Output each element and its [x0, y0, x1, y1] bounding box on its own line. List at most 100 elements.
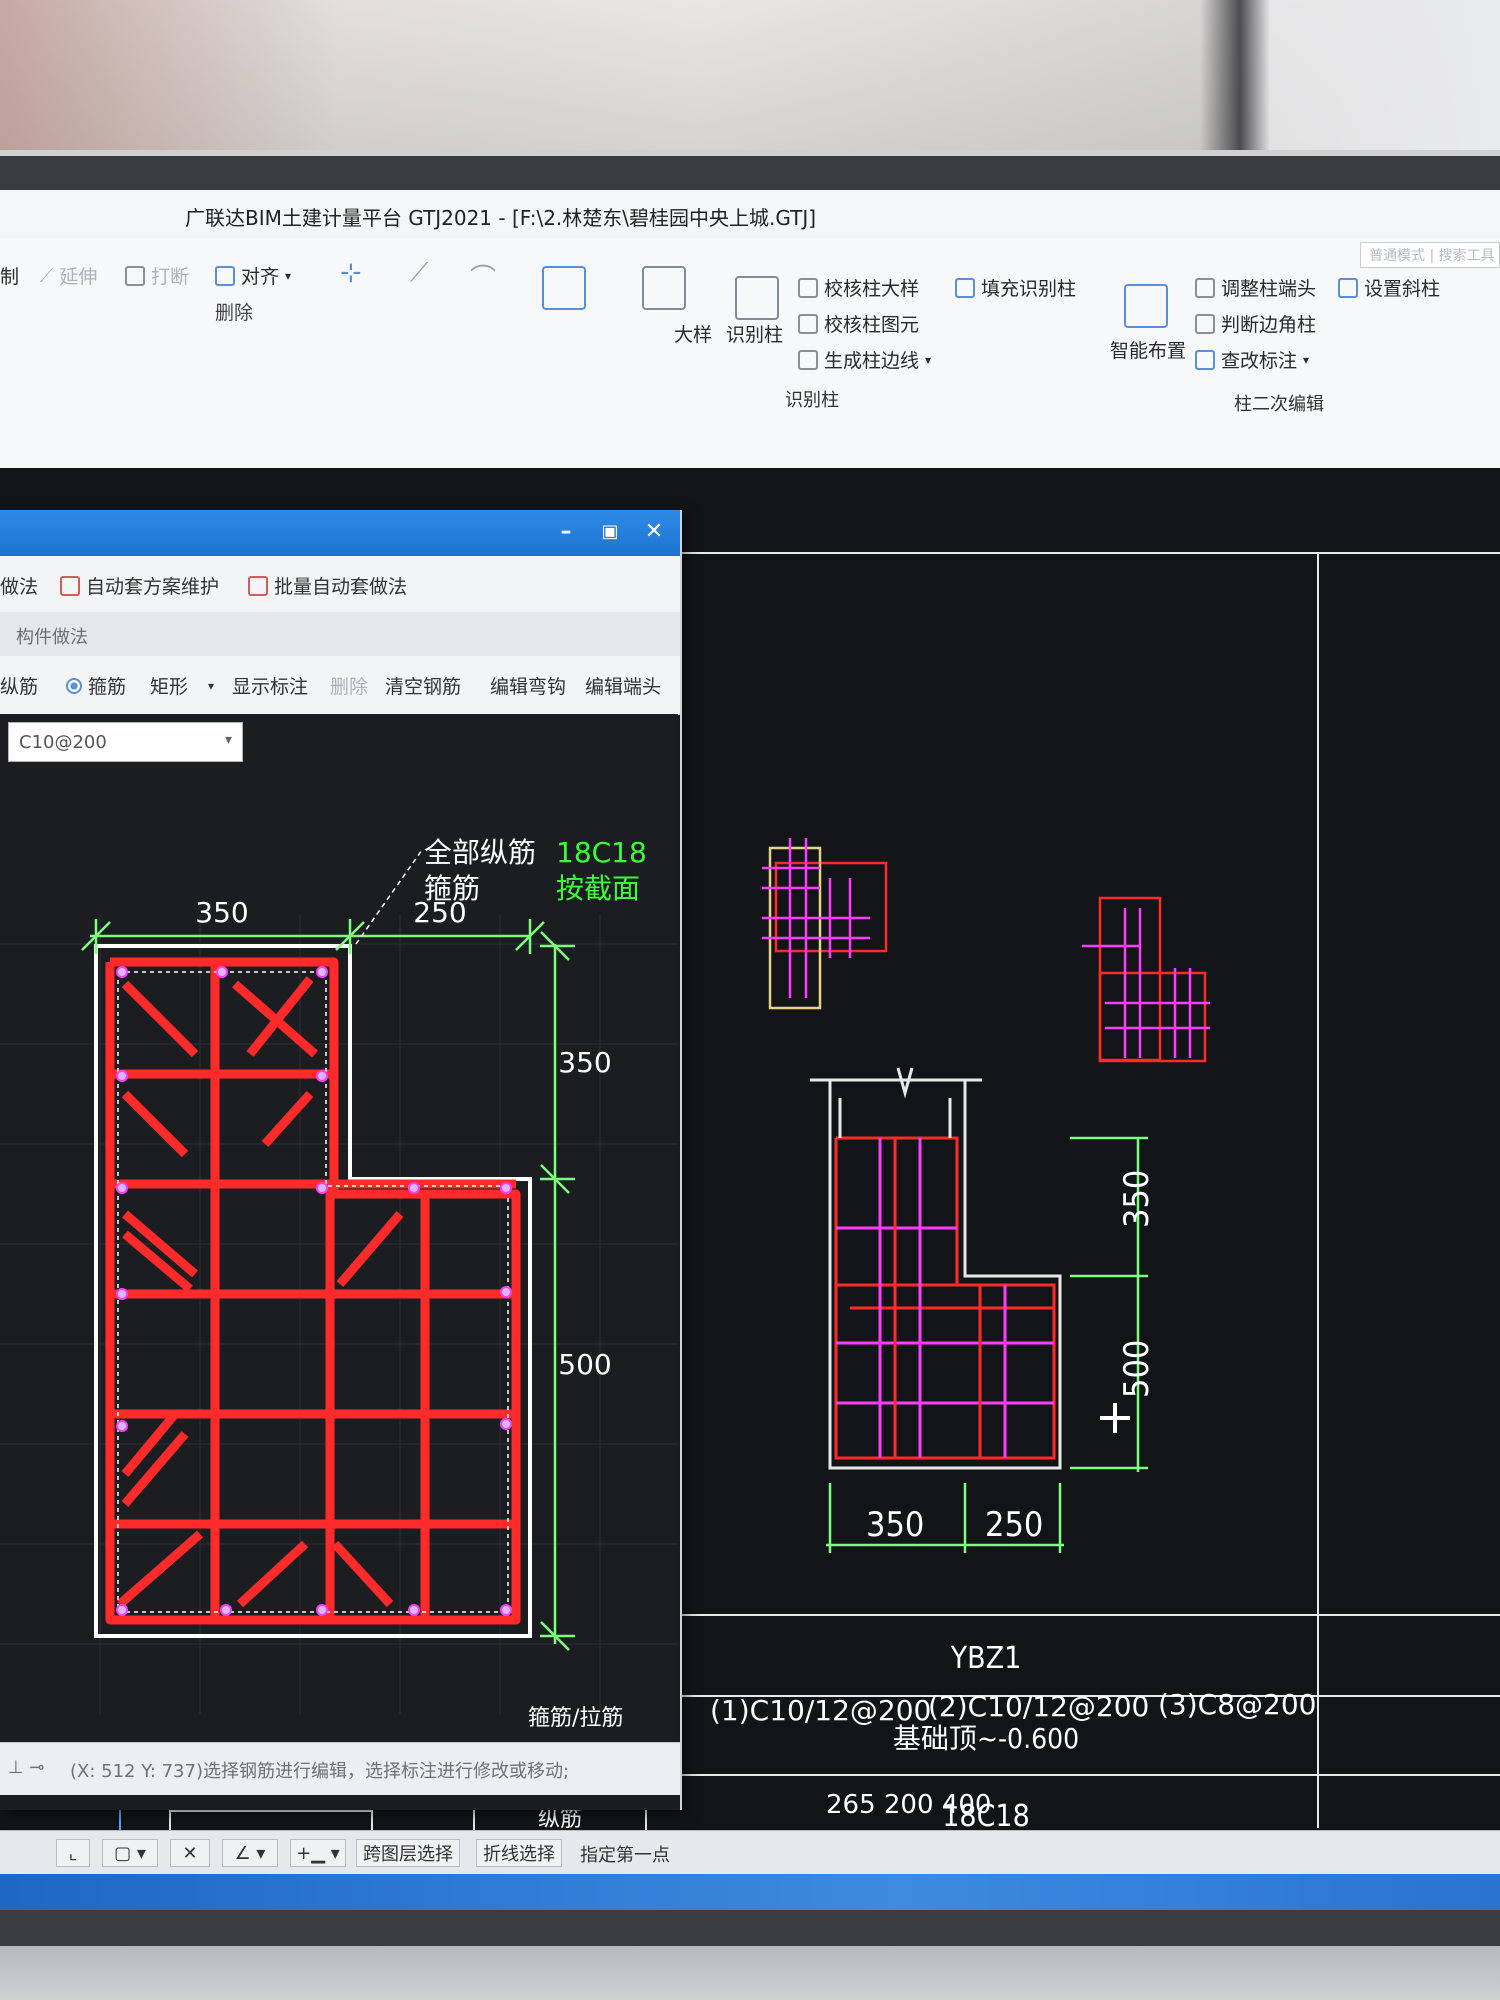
polyline-select-button[interactable]: 折线选择	[476, 1839, 562, 1867]
fill-icon	[955, 277, 975, 298]
ribbon-item-recognize-column[interactable]: 识别柱	[726, 320, 783, 347]
shape-select[interactable]: 矩形 ▾	[150, 672, 214, 699]
ribbon-item-set-inclined-column[interactable]: 设置斜柱	[1338, 274, 1440, 301]
table-partial-row: 265 200 400	[826, 1790, 992, 1820]
recognize-column-icon[interactable]	[735, 276, 779, 320]
column-section-editor-dialog: – ▣ ✕ 做法 自动套方案维护 批量自动套做法 构件做法 纵筋 箍筋 矩形 ▾ …	[0, 510, 682, 1810]
annotation-stirrup-label: 箍筋	[424, 872, 480, 905]
ribbon-item-check-column-detail[interactable]: 校核柱大样	[798, 274, 919, 301]
photo-background	[0, 0, 1500, 170]
dim-right-bottom: 500	[558, 1348, 611, 1381]
ribbon-item-break[interactable]: 打断	[125, 262, 189, 289]
ribbon-item-adjust-column-end[interactable]: 调整柱端头	[1195, 274, 1316, 301]
table-stirrup-3: (3)C8@200	[1158, 1688, 1317, 1721]
status-icons: ⊥ ⊸	[8, 1757, 45, 1778]
annotation-longitudinal-label: 全部纵筋	[424, 836, 536, 869]
ribbon: 普通模式 | 搜索工具 制 ⟋ 延伸 打断 对齐 ▾ 删除 ⊹ ⟋ ⌒ 大样 识别柱…	[0, 238, 1500, 469]
table-stirrup-1: (1)C10/12@200	[710, 1694, 932, 1727]
line-icon[interactable]: ⟋	[410, 258, 428, 289]
table-stirrup-2: (2)C10/12@200	[928, 1690, 1150, 1723]
check-element-icon	[798, 313, 818, 334]
section-edit-canvas[interactable]: C10@200 ▾ 350 250 350 500 全部纵筋 18C18 箍筋 …	[0, 714, 678, 1742]
annotation-longitudinal-value: 18C18	[556, 836, 647, 869]
table-row-label-longitudinal: 纵筋	[538, 1807, 582, 1832]
angle-icon[interactable]: ∠ ▾	[222, 1839, 278, 1867]
inclined-column-icon	[1338, 277, 1358, 298]
cross-layer-select-button[interactable]: 跨图层选择	[356, 1839, 460, 1867]
align-icon	[215, 265, 235, 286]
ribbon-item-generate-column-edge[interactable]: 生成柱边线 ▾	[798, 346, 931, 373]
section-rebar-drawing: 350 250 350 500 全部纵筋 18C18 箍筋 按截面	[0, 836, 678, 1714]
ribbon-item-check-column-element[interactable]: 校核柱图元	[798, 310, 919, 337]
table-column-name: YBZ1	[950, 1641, 1022, 1676]
app-titlebar: 广联达BIM土建计量平台 GTJ2021 - [F:\2.林楚东\碧桂园中央上城…	[0, 190, 1500, 238]
command-prompt: 指定第一点	[580, 1845, 670, 1866]
chevron-down-icon: ▾	[925, 352, 932, 367]
scheme-icon	[60, 575, 80, 596]
close-icon[interactable]: ✕	[640, 518, 668, 546]
ribbon-item-smart-layout[interactable]: 智能布置	[1110, 336, 1186, 363]
monitor-screen: 广联达BIM土建计量平台 GTJ2021 - [F:\2.林楚东\碧桂园中央上城…	[0, 190, 1500, 1910]
offset-icon[interactable]: +▁ ▾	[290, 1839, 346, 1867]
batch-auto-method-button[interactable]: 批量自动套做法	[248, 572, 407, 599]
dialog-toolbar: 做法 自动套方案维护 批量自动套做法	[0, 556, 680, 613]
delete-button[interactable]: 删除	[330, 672, 368, 699]
radio-selected-icon	[66, 677, 82, 694]
status-message: (X: 512 Y: 737)选择钢筋进行编辑，选择标注进行修改或移动;	[70, 1761, 570, 1782]
chevron-down-icon: ▾	[1303, 352, 1310, 367]
check-detail-icon	[798, 277, 818, 298]
ribbon-item-align[interactable]: 对齐 ▾	[215, 262, 291, 289]
edge-icon	[798, 349, 818, 370]
smart-layout-icon[interactable]	[1124, 284, 1168, 328]
ribbon-item-detail[interactable]: 大样	[674, 320, 712, 347]
section-dim-right-top: 350	[1117, 1170, 1157, 1228]
group-label-recognize-column: 识别柱	[785, 390, 839, 411]
app-title: 广联达BIM土建计量平台 GTJ2021 - [F:\2.林楚东\碧桂园中央上城…	[185, 206, 817, 230]
cross-icon[interactable]: ✕	[170, 1839, 210, 1867]
adjust-icon	[1195, 277, 1215, 298]
edit-hook-button[interactable]: 编辑弯钩	[490, 672, 566, 699]
mode-search-box[interactable]: 普通模式 | 搜索工具	[1360, 242, 1500, 268]
select-detail-icon[interactable]	[642, 266, 686, 310]
annotation-stirrup-value: 按截面	[556, 872, 640, 905]
ribbon-item-extend[interactable]: ⟋ 延伸	[40, 262, 97, 289]
section-dim-bottom-right: 250	[985, 1505, 1043, 1545]
table-row-label-stirrup: 箍筋/拉筋	[528, 1706, 624, 1731]
recognize-table-icon[interactable]	[542, 266, 586, 310]
auto-scheme-maintain-button[interactable]: 自动套方案维护	[60, 572, 219, 599]
ortho-icon[interactable]: ⌞	[56, 1839, 90, 1867]
break-icon	[125, 265, 145, 286]
annotation-icon	[1195, 349, 1215, 370]
dim-right-top: 350	[558, 1046, 611, 1079]
point-icon[interactable]: ⊹	[340, 258, 362, 288]
show-annotation-button[interactable]: 显示标注	[232, 672, 308, 699]
clear-rebar-button[interactable]: 清空钢筋	[385, 672, 461, 699]
corner-icon	[1195, 313, 1215, 334]
chevron-down-icon: ▾	[285, 268, 292, 283]
component-method-header: 构件做法	[0, 612, 680, 657]
chevron-down-icon: ▾	[208, 678, 215, 693]
method-button[interactable]: 做法	[0, 572, 38, 599]
maximize-icon[interactable]: ▣	[596, 518, 624, 546]
os-taskbar	[0, 1874, 1500, 1910]
extend-icon: ⟋	[40, 264, 54, 287]
minimize-icon[interactable]: –	[552, 518, 580, 546]
arc-icon[interactable]: ⌒	[470, 258, 496, 295]
dim-top-left: 350	[195, 896, 248, 929]
stirrup-rebar-option[interactable]: 箍筋	[66, 672, 126, 699]
dialog-titlebar[interactable]: – ▣ ✕	[0, 510, 680, 556]
section-dim-right-bottom: 500	[1117, 1340, 1157, 1398]
edit-end-button[interactable]: 编辑端头	[585, 672, 661, 699]
ribbon-item-draw[interactable]: 制	[0, 262, 19, 289]
snap-box-icon[interactable]: ▢ ▾	[102, 1839, 158, 1867]
dialog-status-bar: ⊥ ⊸ (X: 512 Y: 737)选择钢筋进行编辑，选择标注进行修改或移动;	[0, 1742, 680, 1795]
longitudinal-rebar-option[interactable]: 纵筋	[0, 672, 38, 699]
ribbon-item-delete[interactable]: 删除	[215, 298, 253, 325]
rebar-edit-toolbar: 纵筋 箍筋 矩形 ▾ 显示标注 删除 清空钢筋 编辑弯钩 编辑端头	[0, 656, 680, 715]
ribbon-item-judge-corner-column[interactable]: 判断边角柱	[1195, 310, 1316, 337]
batch-icon	[248, 575, 268, 596]
ribbon-item-fill-recognize-column[interactable]: 填充识别柱	[955, 274, 1076, 301]
group-label-column-secondary-edit: 柱二次编辑	[1234, 394, 1324, 415]
ribbon-item-edit-annotation[interactable]: 查改标注 ▾	[1195, 346, 1309, 373]
bottom-toolbar: ⌞ ▢ ▾ ✕ ∠ ▾ +▁ ▾ 跨图层选择 折线选择 指定第一点	[0, 1830, 1500, 1875]
